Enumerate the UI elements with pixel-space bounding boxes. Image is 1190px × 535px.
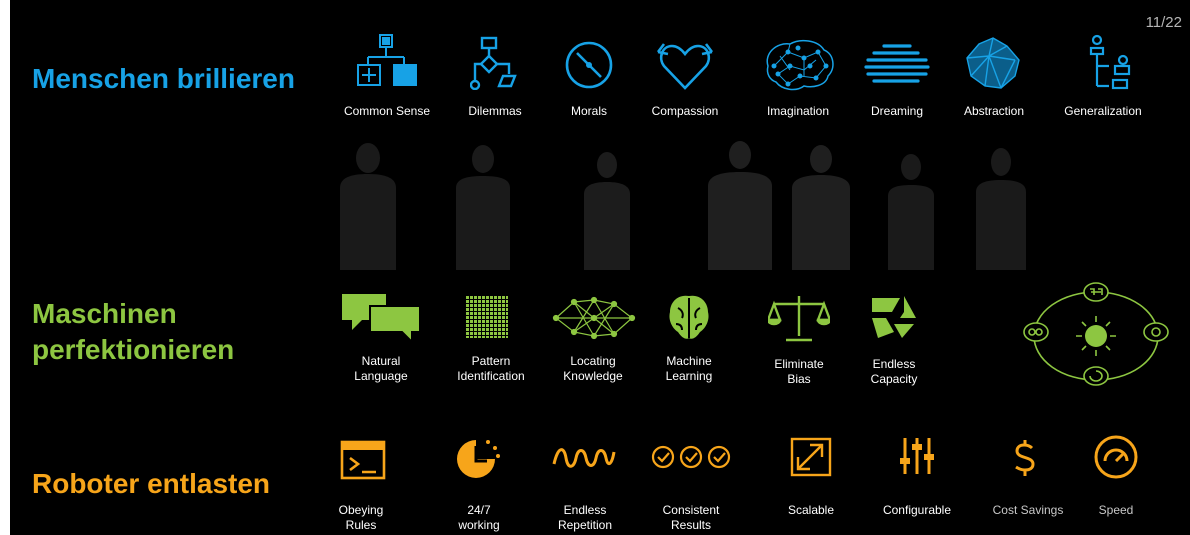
heart-arrows-icon: [656, 43, 714, 90]
scale-arrows-icon: [790, 437, 832, 477]
dot-grid-icon: [466, 296, 508, 338]
label-line2: Learning: [665, 369, 713, 383]
label-line1: Endless: [563, 503, 607, 517]
network-graph-icon: [552, 296, 636, 340]
label-scalable: Scalable: [787, 503, 835, 517]
speech-bubbles-icon: [342, 294, 421, 342]
label-line1: Locating: [570, 354, 616, 368]
label-endless-repetition: Endless Repetition: [530, 503, 640, 533]
flowchart-icon: [470, 36, 517, 90]
label-natural-language: Natural Language: [326, 354, 436, 384]
label-consistent-results: Consistent Results: [636, 503, 746, 533]
label-line1: Eliminate: [774, 357, 824, 371]
label-configurable: Configurable: [882, 503, 952, 517]
aperture-icon: [872, 296, 916, 338]
label-line1: Natural: [361, 354, 401, 368]
label-common-sense: Common Sense: [343, 104, 431, 118]
humans-title: Menschen brillieren: [32, 63, 295, 94]
label-locating-knowledge: Locating Knowledge: [538, 354, 648, 384]
label-abstraction: Abstraction: [963, 104, 1025, 118]
brain-icon: [669, 295, 709, 339]
person-silhouette: [976, 148, 1026, 270]
label-line2: Repetition: [557, 518, 613, 532]
label-line1: Pattern: [471, 354, 511, 368]
cloud-lines-icon: [864, 44, 930, 83]
label-line1: Endless: [872, 357, 916, 371]
label-line2: Bias: [787, 372, 811, 386]
hierarchy-nodes-icon: [1089, 34, 1131, 90]
balance-scale-icon: [768, 296, 830, 342]
label-obeying-rules: Obeying Rules: [306, 503, 416, 533]
robots-title: Roboter entlasten: [32, 468, 271, 499]
label-compassion: Compassion: [651, 104, 719, 118]
label-line2: working: [458, 518, 500, 532]
speedometer-icon: [1094, 435, 1138, 479]
label-generalization: Generalization: [1064, 104, 1142, 118]
label-eliminate-bias: Eliminate Bias: [744, 357, 854, 387]
dollar-icon: [1015, 440, 1035, 476]
label-line2: Results: [670, 518, 711, 532]
label-speed: Speed: [1098, 503, 1134, 517]
wave-icon: [552, 448, 616, 468]
label-morals: Morals: [570, 104, 607, 118]
label-dreaming: Dreaming: [870, 104, 924, 118]
machines-title: Maschinen perfektionieren: [32, 296, 234, 368]
person-silhouette: [792, 145, 850, 270]
check-circles-icon: [651, 445, 731, 469]
decision-tree-icon: [357, 34, 417, 86]
person-silhouette: [340, 143, 396, 270]
label-line2: Knowledge: [563, 369, 623, 383]
person-silhouette: [584, 152, 630, 270]
label-line2: Identification: [457, 369, 525, 383]
label-line2: Capacity: [870, 372, 918, 386]
person-silhouette: [888, 154, 934, 270]
machines-title-line2: perfektionieren: [32, 334, 235, 365]
label-line1: Obeying: [338, 503, 384, 517]
page-number: 11/22: [1145, 14, 1182, 31]
compass-needle-icon: [565, 41, 613, 89]
label-line1: 24/7: [467, 503, 491, 517]
label-line2: Language: [354, 369, 408, 383]
machines-title-line1: Maschinen: [32, 298, 177, 329]
terminal-icon: [340, 440, 386, 480]
label-pattern-identification: Pattern Identification: [436, 354, 546, 384]
brain-network-icon: [766, 39, 834, 91]
label-endless-capacity: Endless Capacity: [839, 357, 949, 387]
polygon-mesh-icon: [966, 37, 1020, 89]
label-line1: Consistent: [662, 503, 720, 517]
sliders-icon: [900, 438, 934, 474]
label-imagination: Imagination: [766, 104, 830, 118]
ai-orbit-diagram: [1023, 282, 1169, 386]
person-silhouette: [456, 145, 510, 270]
label-line2: Rules: [345, 518, 377, 532]
clock-icon: [457, 440, 500, 478]
label-machine-learning: Machine Learning: [634, 354, 744, 384]
label-24-7-working: 24/7 working: [424, 503, 534, 533]
slide: 11/22 Menschen brillieren Maschinen perf…: [10, 0, 1190, 535]
person-silhouette: [708, 141, 772, 270]
label-line1: Machine: [666, 354, 712, 368]
